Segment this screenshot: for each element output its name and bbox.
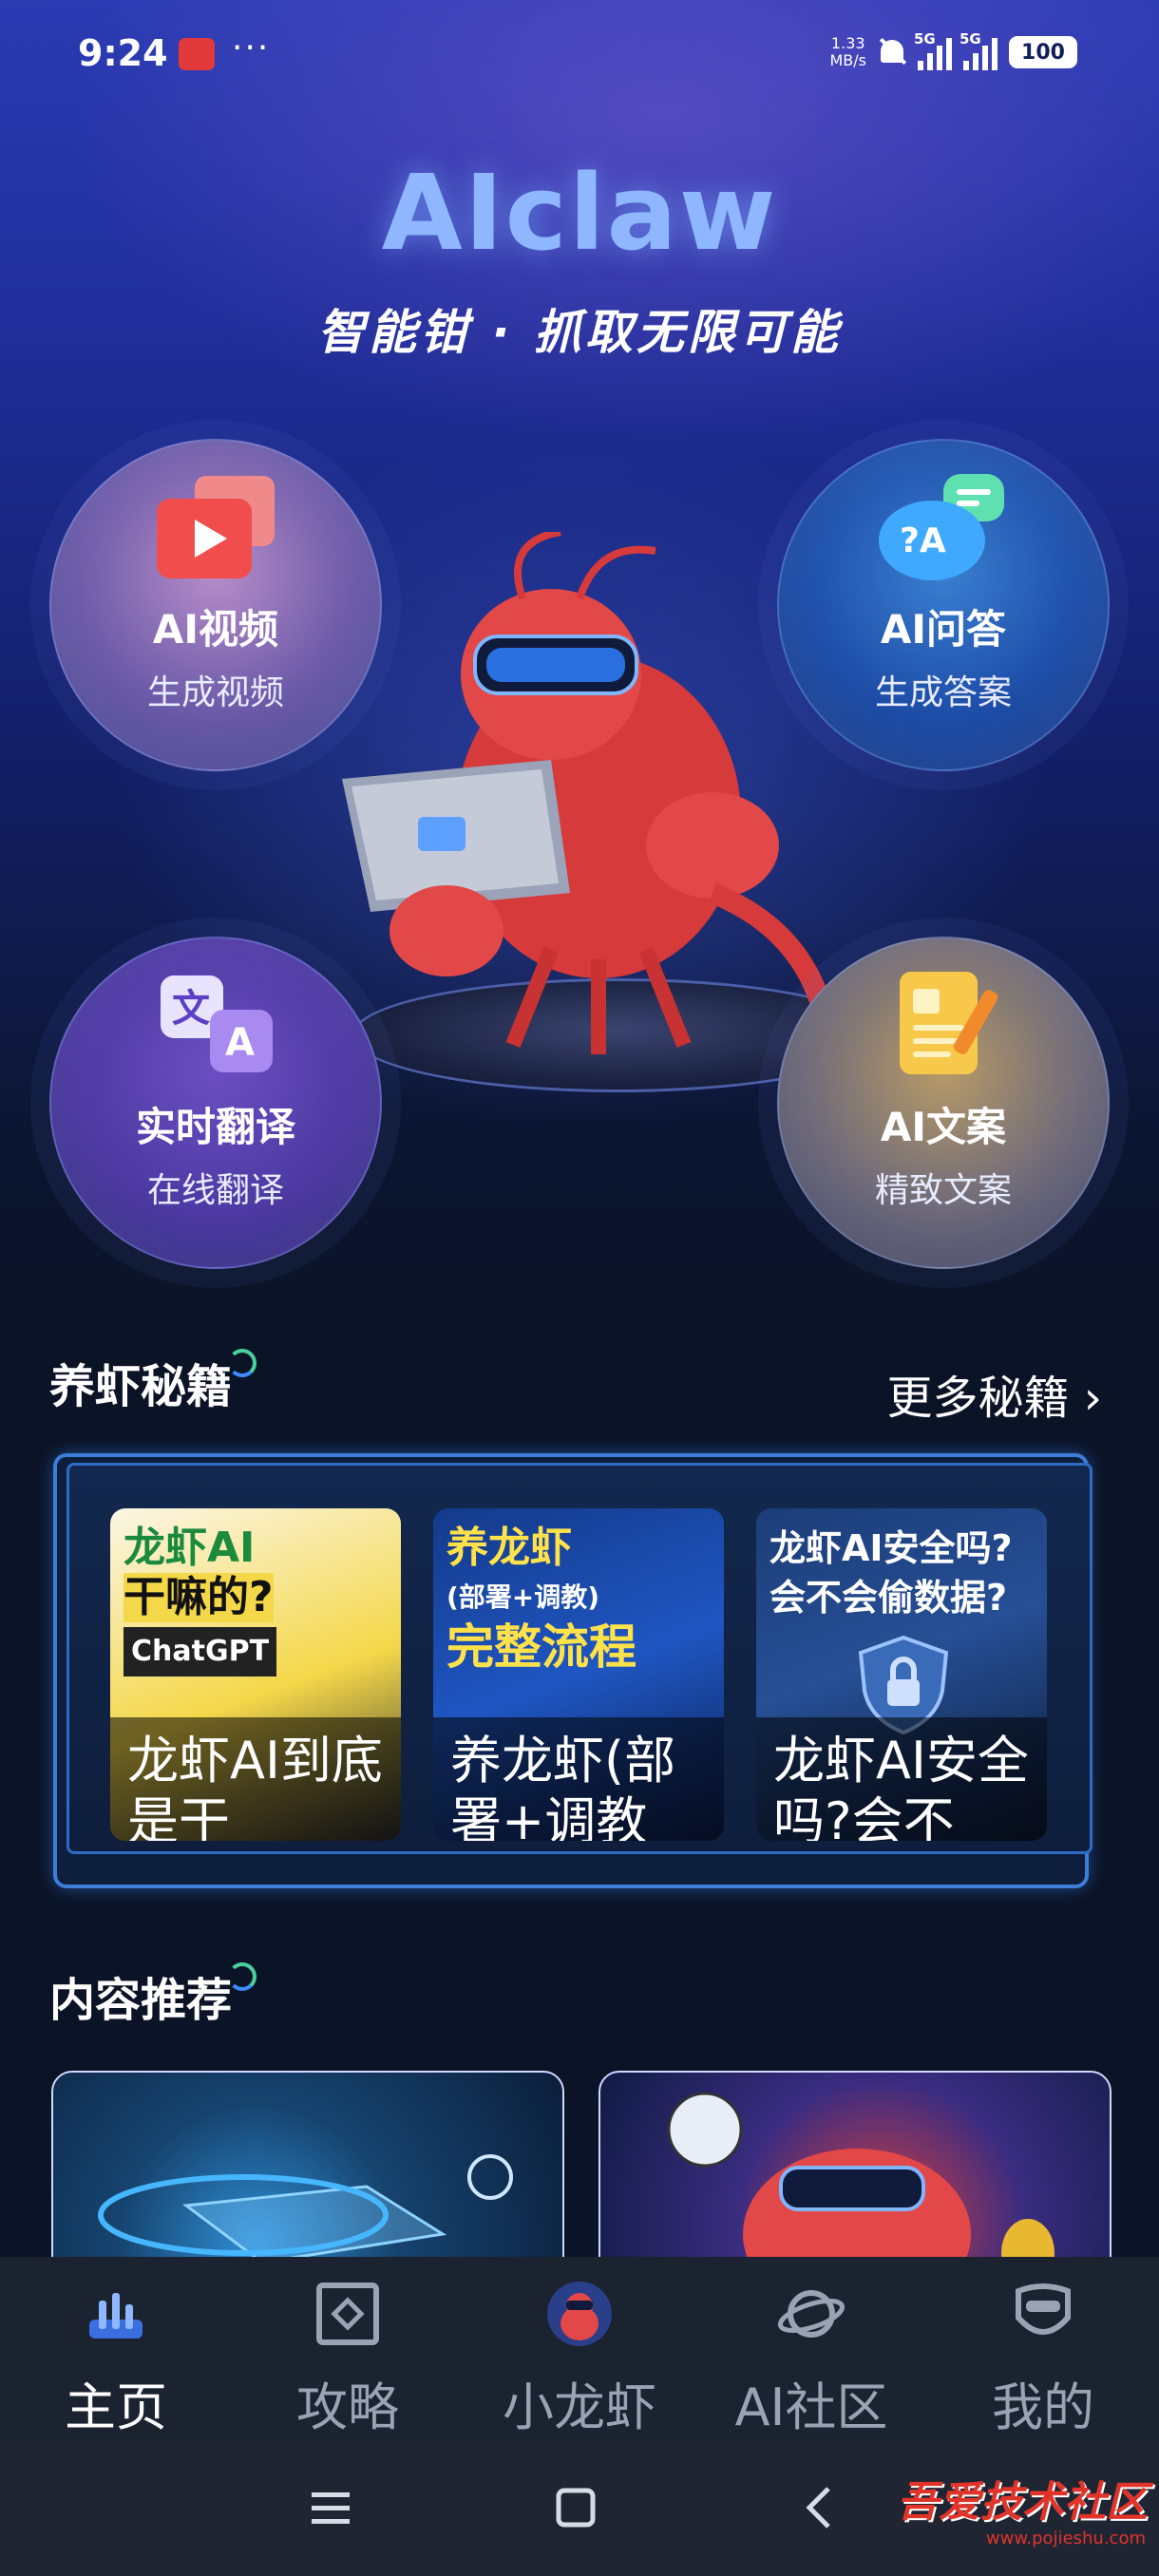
battery-icon: 100 (1009, 36, 1077, 68)
menu-icon[interactable] (302, 2479, 359, 2536)
feature-ai-qa-button[interactable]: ?A AI问答 生成答案 (777, 439, 1110, 771)
nav-item-ai-community[interactable]: AI社区 (695, 2257, 927, 2441)
network-speed: 1.33 MB/s (829, 34, 866, 69)
svg-text:?A: ?A (900, 521, 946, 560)
feature-title: AI视频 (152, 606, 279, 653)
svg-text:文: 文 (172, 987, 210, 1031)
huawei-app-icon (179, 38, 215, 70)
home-square-icon[interactable] (547, 2479, 604, 2536)
guides-section-title: 养虾秘籍 (49, 1349, 257, 1415)
nav-item-profile[interactable]: 我的 (927, 2257, 1159, 2441)
chevron-right-icon: › (1083, 1372, 1102, 1425)
feature-title: AI文案 (880, 1104, 1007, 1150)
feature-subtitle: 生成视频 (146, 673, 284, 712)
home-bars-icon (89, 2293, 142, 2339)
nav-item-guide[interactable]: 攻略 (232, 2257, 464, 2441)
planet-icon (777, 2290, 846, 2338)
more-guides-link[interactable]: 更多秘籍 › (887, 1360, 1102, 1427)
more-notifications-icon: ··· (232, 28, 271, 67)
video-icon (157, 476, 275, 578)
profile-mask-icon (1016, 2283, 1071, 2335)
svg-text:A: A (225, 1021, 255, 1065)
bottom-navigation: 主页 攻略 小龙虾 AI社区 我的 (0, 2257, 1159, 2441)
status-bar: 9:24 ··· 1.33 MB/s 5G 5G 100 (0, 0, 1159, 104)
nav-item-lobster[interactable]: 小龙虾 (464, 2257, 695, 2441)
feature-subtitle: 生成答案 (874, 673, 1012, 712)
status-time: 9:24 (78, 32, 168, 74)
guide-card-caption: 龙虾AI安全吗?会不 (756, 1717, 1047, 1841)
guide-card[interactable]: 养龙虾 (部署+调教) 完整流程 养龙虾(部署+调教 (433, 1508, 724, 1841)
back-icon[interactable] (792, 2479, 849, 2536)
watermark-logo: 吾爱技术社区 (897, 2478, 1148, 2527)
signal-1-icon: 5G (914, 30, 952, 70)
feature-ai-video-button[interactable]: AI视频 生成视频 (49, 439, 382, 771)
signal-2-icon: 5G (960, 30, 998, 70)
app-tagline: 智能钳 · 抓取无限可能 (317, 305, 842, 360)
chat-qa-icon: ?A (879, 474, 1004, 580)
guide-card-caption: 龙虾AI到底是干 (110, 1717, 401, 1841)
app-title: AIclaw (381, 152, 778, 274)
watermark-url: www.pojieshu.com (985, 2529, 1146, 2548)
recommended-section-title: 内容推荐 (49, 1962, 257, 2029)
feature-subtitle: 精致文案 (874, 1171, 1012, 1210)
sparkle-icon (228, 1349, 257, 1377)
translate-icon: 文 A (161, 975, 273, 1072)
mute-bell-icon (878, 36, 906, 68)
feature-title: AI问答 (880, 606, 1007, 653)
document-pen-icon (900, 972, 998, 1074)
nav-item-home[interactable]: 主页 (0, 2257, 232, 2441)
guide-card[interactable]: 龙虾AI安全吗? 会不会偷数据? 龙虾AI安全吗?会不 (756, 1508, 1047, 1841)
sparkle-icon (228, 1962, 257, 1991)
lobster-avatar-icon (547, 2282, 612, 2346)
feature-ai-copywriting-button[interactable]: AI文案 精致文案 (777, 937, 1110, 1269)
guide-card-caption: 养龙虾(部署+调教 (433, 1717, 724, 1841)
guide-card[interactable]: 龙虾AI 干嘛的? ChatGPT 龙虾AI到底是干 (110, 1508, 401, 1841)
feature-title: 实时翻译 (135, 1104, 295, 1150)
guide-icon (316, 2282, 379, 2345)
feature-translate-button[interactable]: 文 A 实时翻译 在线翻译 (49, 937, 382, 1269)
feature-subtitle: 在线翻译 (146, 1171, 284, 1210)
